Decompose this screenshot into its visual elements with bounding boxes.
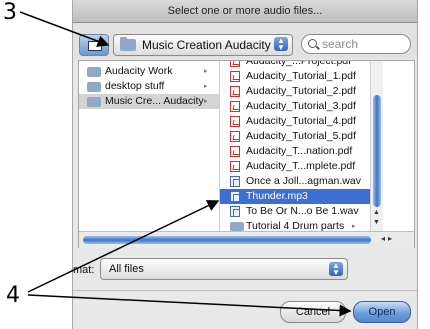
file-item-label: To Be Or N...o Be 1.wav [246, 205, 359, 217]
folder-item-music-creation-audacity[interactable]: Music Cre... Audacity ▸ [79, 94, 219, 109]
search-field[interactable]: search [301, 34, 411, 54]
folder-icon [87, 97, 101, 107]
popup-stepper-icon: ▲ ▼ [274, 37, 288, 52]
format-label: mat: [73, 264, 95, 276]
file-item-label: Audacity_Tutorial_5.pdf [246, 130, 356, 142]
audio-file-icon [230, 206, 240, 217]
folder-item-label: desktop stuff [105, 80, 165, 92]
file-item-label: Audacity_...Project.pdf [246, 61, 352, 67]
file-open-dialog: Select one or more audio files... Music … [72, 0, 418, 329]
horizontal-scroll-arrows-icon[interactable]: ◂▸ [381, 234, 395, 243]
file-column: Audacity_...Project.pdf Audacity_Tutoria… [220, 61, 371, 231]
file-item-selected[interactable]: Thunder.mp3 [220, 189, 370, 204]
folder-location-popup[interactable]: Music Creation Audacity ▲ ▼ [113, 34, 293, 56]
file-item[interactable]: Audacity_Tutorial_5.pdf [220, 129, 370, 144]
horizontal-scrollbar[interactable]: ◂▸ [79, 231, 414, 248]
pdf-icon [230, 101, 240, 112]
audio-file-icon [230, 191, 240, 202]
format-selected-value: All files [109, 263, 144, 275]
file-item-label: Audacity_T...nation.pdf [246, 145, 353, 157]
file-item[interactable]: Audacity_Tutorial_4.pdf [220, 114, 370, 129]
audio-file-icon [230, 176, 240, 187]
file-item[interactable]: Audacity_Tutorial_3.pdf [220, 99, 370, 114]
file-item[interactable]: Audacity_Tutorial_1.pdf [220, 69, 370, 84]
column-view-button[interactable] [79, 34, 109, 56]
pdf-icon [230, 146, 240, 157]
callout-number-3: 3 [3, 0, 17, 25]
file-item[interactable]: Once a Joll...agman.wav [220, 174, 370, 189]
folder-item-label: Audacity Work [105, 65, 173, 77]
pdf-icon [230, 71, 240, 82]
folder-item-tutorial-4-drum-parts[interactable]: Tutorial 4 Drum parts ▸ [220, 219, 370, 231]
dialog-toolbar: Music Creation Audacity ▲ ▼ search [73, 23, 417, 59]
disclosure-arrow-icon: ▸ [204, 68, 208, 75]
folder-item-label: Music Cre... Audacity [105, 95, 204, 107]
format-select[interactable]: All files ▲ ▼ [100, 258, 348, 280]
file-item[interactable]: Audacity_...Project.pdf [220, 61, 370, 69]
column-view-icon [88, 41, 102, 51]
file-browser: Audacity Work ▸ desktop stuff ▸ Music Cr… [78, 60, 415, 248]
folder-icon [120, 37, 136, 51]
vertical-scroll-thumb[interactable] [373, 95, 381, 207]
file-item-label: Thunder.mp3 [246, 190, 308, 202]
folder-icon [87, 67, 101, 77]
search-icon [308, 39, 317, 48]
pdf-icon [230, 116, 240, 127]
folder-icon [230, 222, 244, 231]
search-placeholder: search [322, 37, 359, 51]
file-item-label: Audacity_T...mplete.pdf [246, 160, 356, 172]
popup-stepper-icon: ▲ ▼ [329, 262, 343, 277]
file-item-label: Audacity_Tutorial_3.pdf [246, 100, 356, 112]
open-button[interactable]: Open [353, 301, 411, 323]
file-item-label: Once a Joll...agman.wav [246, 175, 361, 187]
pdf-icon [230, 131, 240, 142]
disclosure-arrow-icon: ▸ [204, 98, 208, 105]
disclosure-arrow-icon: ▸ [352, 223, 356, 230]
callout-number-4: 4 [6, 283, 20, 308]
file-item-label: Audacity_Tutorial_1.pdf [246, 70, 356, 82]
dialog-title: Select one or more audio files... [73, 0, 417, 23]
scroll-up-arrow-icon[interactable]: ▲ [373, 209, 380, 216]
disclosure-arrow-icon: ▸ [204, 83, 208, 90]
file-item-label: Tutorial 4 Drum parts [246, 220, 345, 231]
file-item[interactable]: Audacity_T...nation.pdf [220, 144, 370, 159]
file-item-label: Audacity_Tutorial_4.pdf [246, 115, 356, 127]
folder-column: Audacity Work ▸ desktop stuff ▸ Music Cr… [79, 61, 220, 231]
vertical-scrollbar[interactable]: ▲ ▼ [370, 61, 383, 231]
file-item-label: Audacity_Tutorial_2.pdf [246, 85, 356, 97]
folder-item-audacity-work[interactable]: Audacity Work ▸ [79, 64, 219, 79]
folder-location-label: Music Creation Audacity [142, 38, 271, 52]
folder-item-desktop-stuff[interactable]: desktop stuff ▸ [79, 79, 219, 94]
cancel-button[interactable]: Cancel [280, 301, 346, 323]
divider [73, 290, 417, 291]
file-item[interactable]: Audacity_Tutorial_2.pdf [220, 84, 370, 99]
pdf-icon [230, 161, 240, 172]
pdf-icon [230, 86, 240, 97]
scroll-down-arrow-icon[interactable]: ▼ [373, 219, 380, 226]
pdf-icon [230, 61, 240, 67]
file-item[interactable]: To Be Or N...o Be 1.wav [220, 204, 370, 219]
file-item[interactable]: Audacity_T...mplete.pdf [220, 159, 370, 174]
folder-icon [87, 82, 101, 92]
horizontal-scroll-thumb[interactable] [83, 236, 371, 244]
